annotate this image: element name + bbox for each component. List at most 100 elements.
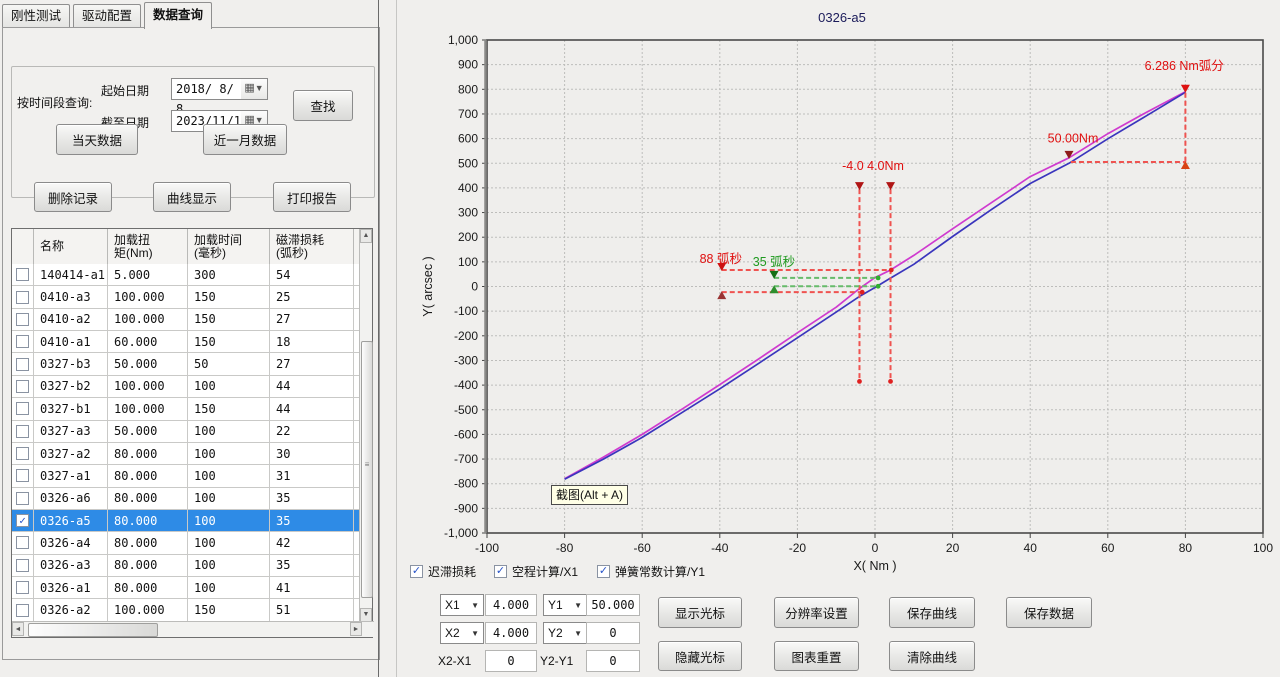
- scroll-right-button[interactable]: ►: [350, 622, 362, 636]
- option-checkbox-3[interactable]: ✓弹簧常数计算/Y1: [597, 563, 705, 580]
- tab-2[interactable]: 驱动配置: [73, 4, 141, 28]
- row-checkbox[interactable]: ✓: [16, 514, 29, 527]
- row-checkbox[interactable]: [16, 581, 29, 594]
- checkbox-cell[interactable]: [12, 264, 34, 285]
- checkbox-icon[interactable]: ✓: [410, 565, 423, 578]
- checkbox-icon[interactable]: ✓: [597, 565, 610, 578]
- start-date-input[interactable]: 2018/ 8/ 8: [171, 78, 243, 100]
- table-row[interactable]: 0326-a180.00010041: [12, 577, 361, 599]
- table-row[interactable]: 0327-a180.00010031: [12, 465, 361, 487]
- checkbox-cell[interactable]: [12, 353, 34, 374]
- column-header[interactable]: 磁滞损耗 (弧秒): [270, 229, 354, 264]
- vertical-scrollbar[interactable]: ▲ ≡ ▼: [359, 229, 372, 622]
- table-cell: 0410-a3: [34, 286, 108, 307]
- today-data-button[interactable]: 当天数据: [56, 124, 138, 155]
- checkbox-cell[interactable]: [12, 443, 34, 464]
- table-row[interactable]: 0410-a2100.00015027: [12, 309, 361, 331]
- x2-value-field[interactable]: 4.000: [485, 622, 537, 644]
- checkbox-cell[interactable]: [12, 309, 34, 330]
- row-checkbox[interactable]: [16, 358, 29, 371]
- svg-text:-1,000: -1,000: [444, 526, 478, 540]
- x1-select[interactable]: X1▼: [440, 594, 484, 616]
- checkbox-label: 迟滞损耗: [428, 563, 476, 580]
- chart-reset-button[interactable]: 图表重置: [774, 641, 859, 671]
- checkbox-cell[interactable]: [12, 376, 34, 397]
- checkbox-cell[interactable]: [12, 398, 34, 419]
- horizontal-scrollbar-thumb[interactable]: [28, 623, 158, 637]
- checkbox-cell[interactable]: [12, 286, 34, 307]
- table-row[interactable]: 0326-a680.00010035: [12, 488, 361, 510]
- tab-3[interactable]: 数据查询: [144, 2, 212, 29]
- column-header[interactable]: 加载扭 矩(Nm): [108, 229, 188, 264]
- checkbox-cell[interactable]: [12, 465, 34, 486]
- hide-cursor-button[interactable]: 隐藏光标: [658, 641, 742, 671]
- month-data-button[interactable]: 近一月数据: [203, 124, 287, 155]
- search-button[interactable]: 查找: [293, 90, 353, 121]
- checkbox-icon[interactable]: ✓: [494, 565, 507, 578]
- scroll-left-button[interactable]: ◄: [12, 622, 24, 636]
- checkbox-cell[interactable]: [12, 599, 34, 620]
- vertical-scrollbar-thumb[interactable]: ≡: [361, 341, 373, 598]
- table-row[interactable]: 140414-a15.00030054: [12, 264, 361, 286]
- show-cursor-button[interactable]: 显示光标: [658, 597, 742, 628]
- table-row[interactable]: 0327-b2100.00010044: [12, 376, 361, 398]
- delete-record-button[interactable]: 删除记录: [34, 182, 112, 212]
- row-checkbox[interactable]: [16, 604, 29, 617]
- curve-display-button[interactable]: 曲线显示: [153, 182, 231, 212]
- checkbox-cell[interactable]: [12, 555, 34, 576]
- y2-value-field[interactable]: 0: [586, 622, 640, 644]
- x1-value-field[interactable]: 4.000: [485, 594, 537, 616]
- row-checkbox[interactable]: [16, 536, 29, 549]
- row-checkbox[interactable]: [16, 559, 29, 572]
- results-table: 名称加载扭 矩(Nm)加载时间 (毫秒)磁滞损耗 (弧秒) 140414-a15…: [11, 228, 373, 638]
- checkbox-cell[interactable]: [12, 577, 34, 598]
- table-row[interactable]: 0326-a380.00010035: [12, 555, 361, 577]
- print-report-button[interactable]: 打印报告: [273, 182, 351, 212]
- scroll-up-button[interactable]: ▲: [360, 229, 372, 243]
- checkbox-cell[interactable]: [12, 331, 34, 352]
- table-row[interactable]: 0410-a160.00015018: [12, 331, 361, 353]
- table-cell: 100: [188, 532, 270, 553]
- y1-value-field[interactable]: 50.000: [586, 594, 640, 616]
- row-checkbox[interactable]: [16, 402, 29, 415]
- start-date-dropdown[interactable]: ▦▼: [241, 78, 268, 100]
- row-checkbox[interactable]: [16, 313, 29, 326]
- column-header[interactable]: 加载时间 (毫秒): [188, 229, 270, 264]
- resolution-settings-button[interactable]: 分辨率设置: [774, 597, 859, 628]
- scroll-down-button[interactable]: ▼: [360, 608, 372, 622]
- option-checkbox-2[interactable]: ✓空程计算/X1: [494, 563, 578, 580]
- checkbox-cell[interactable]: ✓: [12, 510, 34, 531]
- option-checkbox-1[interactable]: ✓ 迟滞损耗: [410, 563, 476, 580]
- row-checkbox[interactable]: [16, 469, 29, 482]
- table-row[interactable]: 0327-b1100.00015044: [12, 398, 361, 420]
- tab-1[interactable]: 刚性测试: [2, 4, 70, 28]
- row-checkbox[interactable]: [16, 268, 29, 281]
- table-row[interactable]: 0327-a350.00010022: [12, 421, 361, 443]
- table-row[interactable]: 0326-a480.00010042: [12, 532, 361, 554]
- checkbox-cell[interactable]: [12, 421, 34, 442]
- row-checkbox[interactable]: [16, 492, 29, 505]
- checkbox-cell[interactable]: [12, 532, 34, 553]
- save-curve-button[interactable]: 保存曲线: [889, 597, 975, 628]
- row-checkbox[interactable]: [16, 447, 29, 460]
- x2-select[interactable]: X2▼: [440, 622, 484, 644]
- row-checkbox[interactable]: [16, 291, 29, 304]
- xy-graph[interactable]: -100-80-60-40-20020406080100-1,000-900-8…: [400, 0, 1280, 582]
- row-checkbox[interactable]: [16, 425, 29, 438]
- checkbox-cell[interactable]: [12, 488, 34, 509]
- row-checkbox[interactable]: [16, 335, 29, 348]
- table-row[interactable]: 0327-b350.0005027: [12, 353, 361, 375]
- column-header[interactable]: 名称: [34, 229, 108, 264]
- table-cell: 0327-b2: [34, 376, 108, 397]
- table-row[interactable]: 0410-a3100.00015025: [12, 286, 361, 308]
- table-row[interactable]: ✓0326-a580.00010035: [12, 510, 361, 532]
- table-row[interactable]: 0327-a280.00010030: [12, 443, 361, 465]
- row-checkbox[interactable]: [16, 380, 29, 393]
- horizontal-scrollbar[interactable]: ◄ ►: [12, 621, 374, 637]
- y1-select[interactable]: Y1▼: [543, 594, 587, 616]
- y2-select[interactable]: Y2▼: [543, 622, 587, 644]
- clear-curve-button[interactable]: 清除曲线: [889, 641, 975, 671]
- table-row[interactable]: 0326-a2100.00015051: [12, 599, 361, 621]
- dy-label: Y2-Y1: [540, 654, 573, 668]
- save-data-button[interactable]: 保存数据: [1006, 597, 1092, 628]
